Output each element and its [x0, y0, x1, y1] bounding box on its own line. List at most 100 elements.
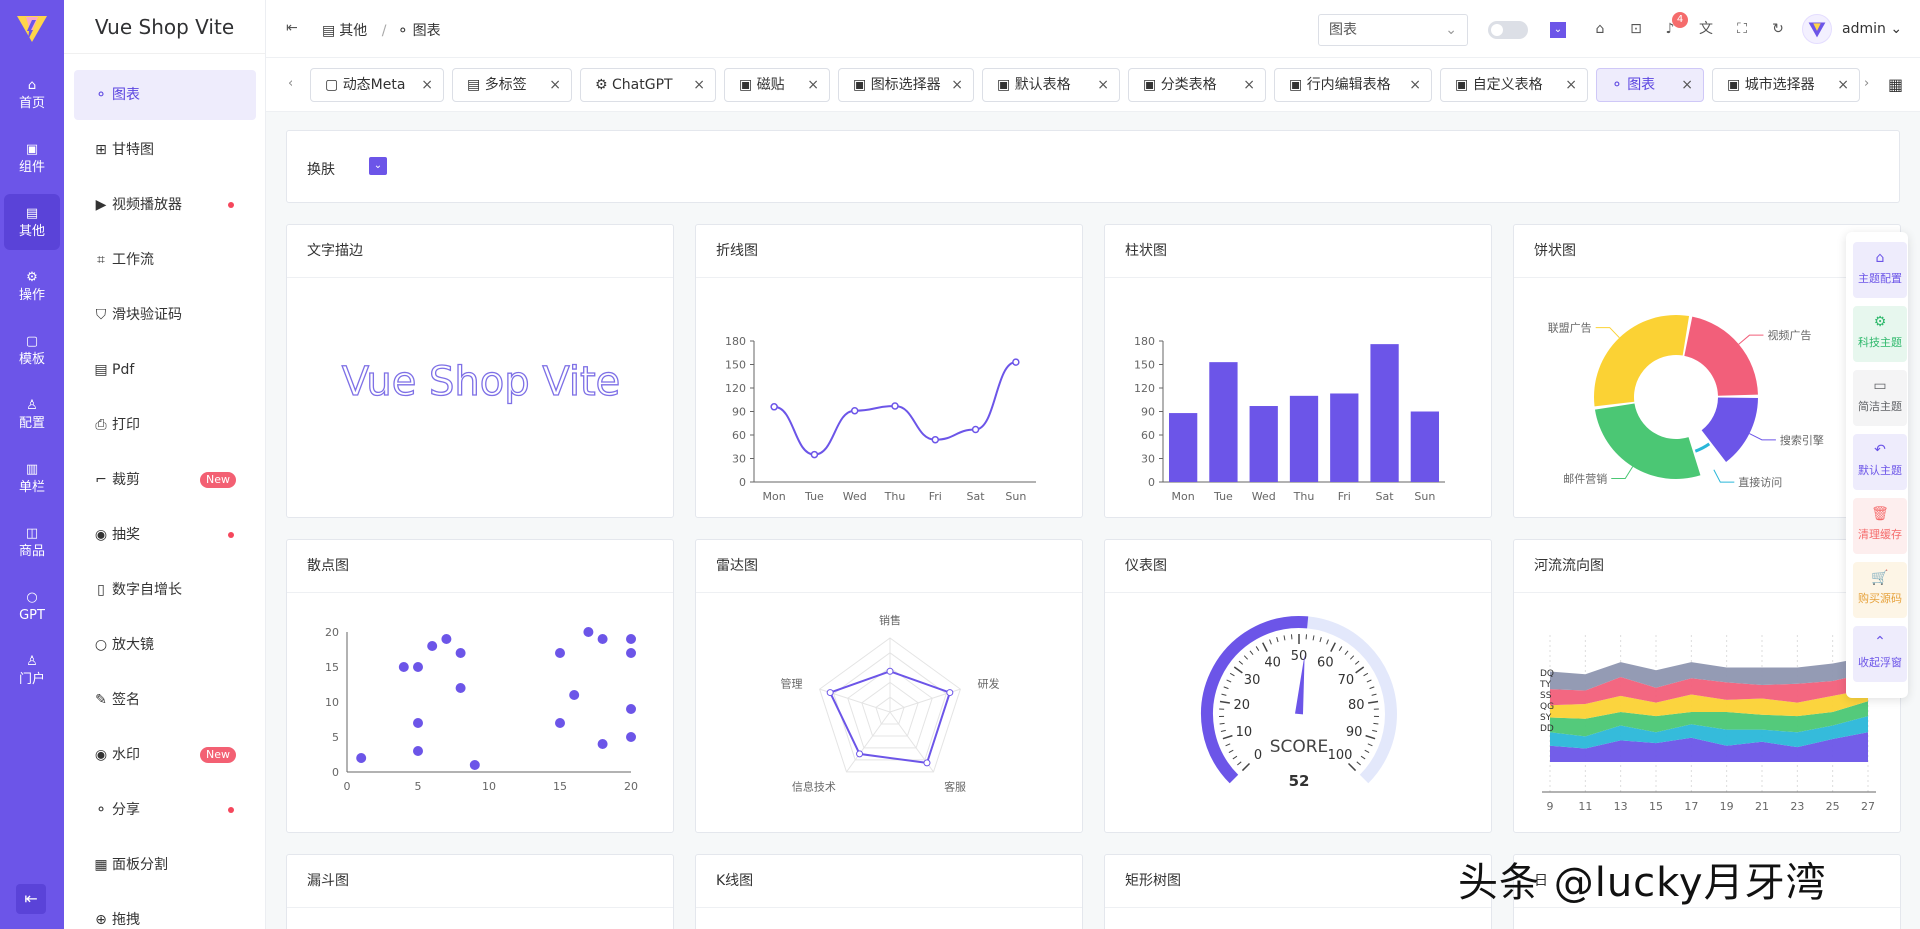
- goods-icon: ◫: [25, 526, 39, 541]
- sidebar-item-6[interactable]: ⎙ 打印: [74, 400, 256, 450]
- tab-6[interactable]: ▣ 分类表格 ×: [1128, 68, 1266, 102]
- gauge-tick: [1366, 679, 1372, 683]
- tab-4[interactable]: ▣ 图标选择器 ×: [838, 68, 974, 102]
- rail-item-6[interactable]: ▥ 单栏: [4, 450, 60, 506]
- close-icon[interactable]: ×: [421, 69, 433, 101]
- rail-item-9[interactable]: ♙ 门户: [4, 642, 60, 698]
- breadcrumb-item[interactable]: 其他: [339, 23, 367, 39]
- rail-item-7[interactable]: ◫ 商品: [4, 514, 60, 570]
- tab-1[interactable]: ▤ 多标签 ×: [452, 68, 572, 102]
- user-config-icon: ♙: [26, 398, 38, 413]
- float-button-icon: ▭: [1873, 378, 1887, 394]
- river-series-label: TY: [1539, 680, 1551, 690]
- close-icon[interactable]: ×: [693, 69, 705, 101]
- username[interactable]: admin ⌄: [1842, 21, 1902, 37]
- card-title: 折线图: [696, 225, 1082, 278]
- close-icon[interactable]: ×: [951, 69, 963, 101]
- vite-logo[interactable]: [14, 12, 50, 44]
- rail-item-0[interactable]: ⌂ 首页: [4, 66, 60, 122]
- float-button-5[interactable]: 🛒 购买源码: [1853, 562, 1907, 618]
- float-button-4[interactable]: 🗑 清理缓存: [1853, 498, 1907, 554]
- pie-label-line: [1749, 433, 1776, 441]
- gauge-tick-label: 20: [1233, 698, 1250, 713]
- sidebar-item-5[interactable]: ▤ Pdf: [74, 345, 256, 395]
- gauge-tick-label: 10: [1236, 725, 1253, 740]
- sidebar-item-1[interactable]: ⊞ 甘特图: [74, 125, 256, 175]
- sidebar-item-8[interactable]: ◉ 抽奖: [74, 510, 256, 560]
- sidebar-item-0[interactable]: ⚬ 图表: [74, 70, 256, 120]
- sidebar-item-7[interactable]: ⌐ 裁剪 New: [74, 455, 256, 505]
- sidebar-item-13[interactable]: ⚬ 分享: [74, 785, 256, 835]
- sidebar-item-label: Pdf: [112, 362, 135, 378]
- sidebar-item-14[interactable]: ▦ 面板分割: [74, 840, 256, 890]
- close-icon[interactable]: ×: [549, 69, 561, 101]
- menu-search-select[interactable]: 图表 ⌄: [1318, 14, 1468, 46]
- tab-9[interactable]: ⚬ 图表 ×: [1596, 68, 1704, 102]
- tab-0[interactable]: ▢ 动态Meta ×: [310, 68, 444, 102]
- tab-8[interactable]: ▣ 自定义表格 ×: [1440, 68, 1588, 102]
- x-tick-label: Sat: [1376, 490, 1395, 503]
- sidebar-item-3[interactable]: ⌗ 工作流: [74, 235, 256, 285]
- card-pie-chart: 饼状图 视频广告 搜索引擎 直接访问 邮件营销 联盟广告: [1513, 224, 1901, 518]
- collapse-icon[interactable]: ⇤: [16, 884, 46, 914]
- sidebar-item-11[interactable]: ✎ 签名: [74, 675, 256, 725]
- skin-color-picker[interactable]: ⌄: [369, 157, 387, 175]
- float-button-3[interactable]: ↶ 默认主题: [1853, 434, 1907, 490]
- sidebar-item-9[interactable]: ▯ 数字自增长: [74, 565, 256, 615]
- rail-item-4[interactable]: ▢ 模板: [4, 322, 60, 378]
- tabs-prev-icon[interactable]: ‹: [288, 76, 293, 91]
- gauge-tick-label: 70: [1338, 673, 1355, 688]
- sidebar-item-12[interactable]: ◉ 水印 New: [74, 730, 256, 780]
- pie-label: 搜索引擎: [1780, 433, 1824, 447]
- avatar[interactable]: [1802, 14, 1832, 44]
- rail-item-2[interactable]: ▤ 其他: [4, 194, 60, 250]
- gauge-tick: [1368, 700, 1379, 704]
- sidebar-item-2[interactable]: ▶ 视频播放器: [74, 180, 256, 230]
- tabs-next-icon[interactable]: ›: [1864, 76, 1869, 91]
- theme-color-picker[interactable]: ⌄: [1550, 22, 1566, 38]
- tab-5[interactable]: ▣ 默认表格 ×: [982, 68, 1120, 102]
- close-icon[interactable]: ×: [1837, 69, 1849, 101]
- close-icon[interactable]: ×: [1097, 69, 1109, 101]
- sidebar-item-label: 水印: [112, 747, 140, 763]
- gauge-tick: [1326, 639, 1329, 645]
- counter-icon: ▯: [97, 582, 105, 598]
- close-icon[interactable]: ×: [1243, 69, 1255, 101]
- fold-sidebar-icon[interactable]: ⇤: [286, 20, 298, 36]
- tab-3[interactable]: ▣ 磁贴 ×: [724, 68, 830, 102]
- sidebar-item-label: 打印: [112, 417, 140, 433]
- lock-icon[interactable]: ⊡: [1628, 21, 1644, 37]
- float-button-2[interactable]: ▭ 简洁主题: [1853, 370, 1907, 426]
- float-button-6[interactable]: ⌃ 收起浮窗: [1853, 626, 1907, 682]
- gauge-tick: [1319, 637, 1322, 643]
- card-line-chart: 折线图 0 30 60 90 120 150 180 Mon Tue Wed Thu Fri Sat Su…: [695, 224, 1083, 518]
- pie-label-line: [1738, 334, 1764, 345]
- pie-chart-svg: 视频广告搜索引擎直接访问 邮件营销 联盟广告: [1548, 315, 1824, 489]
- fullscreen-icon[interactable]: ⛶: [1734, 21, 1750, 37]
- close-icon[interactable]: ×: [1681, 69, 1693, 101]
- tabs-menu-icon[interactable]: ▦: [1888, 75, 1903, 94]
- gauge-tick-label: 50: [1291, 649, 1308, 664]
- refresh-icon[interactable]: ↻: [1770, 21, 1786, 37]
- tab-10[interactable]: ▣ 城市选择器 ×: [1712, 68, 1860, 102]
- float-button-0[interactable]: ⌂ 主题配置: [1853, 242, 1907, 298]
- shirt-icon[interactable]: ⌂: [1592, 21, 1608, 37]
- gauge-chart-svg: 010 20 3040 50 60 70 80 90 100SCORE 52: [1201, 616, 1397, 790]
- tab-7[interactable]: ▣ 行内编辑表格 ×: [1274, 68, 1432, 102]
- rail-item-8[interactable]: ○ GPT: [4, 578, 60, 634]
- dark-mode-switch[interactable]: [1488, 21, 1528, 39]
- close-icon[interactable]: ×: [1409, 69, 1421, 101]
- rail-item-5[interactable]: ♙ 配置: [4, 386, 60, 442]
- chat-icon: ○: [26, 590, 38, 605]
- tab-2[interactable]: ⚙ ChatGPT ×: [580, 68, 716, 102]
- close-icon[interactable]: ×: [1565, 69, 1577, 101]
- float-button-1[interactable]: ⚙ 科技主题: [1853, 306, 1907, 362]
- rail-item-3[interactable]: ⚙ 操作: [4, 258, 60, 314]
- gauge-tick-label: 0: [1254, 748, 1262, 763]
- close-icon[interactable]: ×: [807, 69, 819, 101]
- translate-icon[interactable]: 文: [1698, 21, 1714, 37]
- rail-item-1[interactable]: ▣ 组件: [4, 130, 60, 186]
- sidebar-item-10[interactable]: ○ 放大镜: [74, 620, 256, 670]
- sidebar-item-15[interactable]: ⊕ 拖拽: [74, 895, 256, 929]
- sidebar-item-4[interactable]: ⛉ 滑块验证码: [74, 290, 256, 340]
